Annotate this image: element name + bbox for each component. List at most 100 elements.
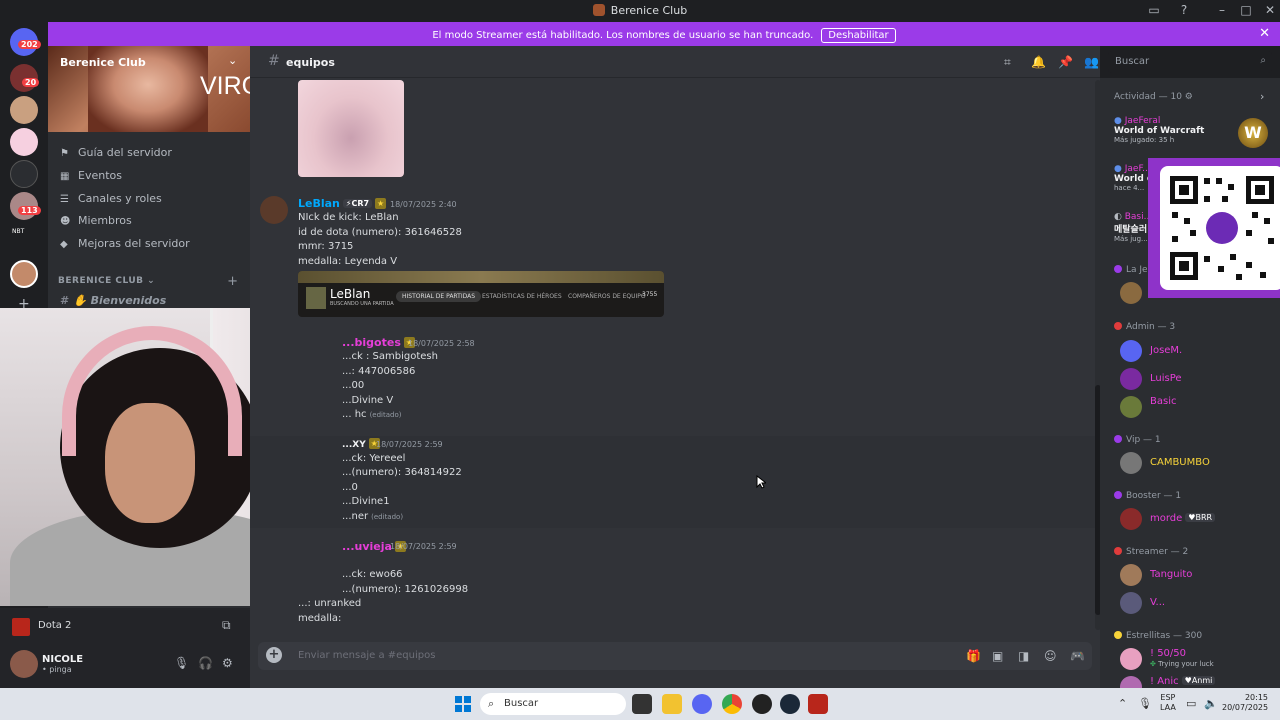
edited-label: (editado) — [369, 411, 402, 419]
dota-taskbar-icon[interactable] — [808, 694, 828, 714]
apps-icon[interactable]: 🎮 — [1070, 649, 1085, 663]
embed-player-name: LeBlan — [330, 287, 371, 301]
sidebar-item-label: Mejoras del servidor — [78, 237, 190, 250]
sidebar-item-guide[interactable]: ⚑ Guía del servidor — [60, 146, 172, 159]
channel-item-bienvenidos[interactable]: # ✋ Bienvenidos — [60, 294, 166, 307]
network-icon[interactable]: ▭ — [1186, 697, 1196, 710]
chevron-up-icon[interactable]: ⌃ — [1118, 697, 1127, 710]
pin-icon[interactable]: 📌 — [1058, 55, 1073, 69]
avatar[interactable] — [10, 650, 38, 678]
message-timestamp: 18/07/2025 2:58 — [408, 339, 475, 348]
threads-icon[interactable]: ⌗ — [1004, 55, 1011, 70]
message-composer[interactable]: + Enviar mensaje a #equipos 🎁 ▣ ◨ ☺ 🎮 — [258, 642, 1092, 670]
message-timestamp: 18/07/2025 2:59 — [376, 440, 443, 449]
language-indicator[interactable]: ESP LAA — [1160, 693, 1176, 713]
role-icon — [1114, 322, 1122, 330]
author-name[interactable]: LeBlan — [298, 197, 340, 210]
qr-overlay — [1148, 158, 1280, 298]
author-name[interactable]: ...XY — [342, 440, 366, 450]
chevron-right-icon[interactable]: › — [1260, 90, 1264, 103]
windows-start-icon[interactable] — [455, 696, 471, 712]
sidebar-item-label: Eventos — [78, 169, 122, 182]
disable-streamer-button[interactable]: Deshabilitar — [821, 28, 896, 43]
role-header: Estrellitas — 300 — [1114, 631, 1202, 641]
taskbar: ⌕ Buscar ⌃ 🎙 ESP LAA ▭ 🔈 20:15 20/07/2025 — [0, 688, 1280, 720]
screen-share-icon[interactable]: ⧉ — [222, 618, 231, 633]
server-icon-hello-kitty[interactable] — [10, 128, 38, 156]
server-icon-2[interactable] — [10, 96, 38, 124]
task-view-icon[interactable] — [632, 694, 652, 714]
file-explorer-icon[interactable] — [662, 694, 682, 714]
message-author[interactable]: ...XY ★ — [342, 438, 380, 450]
composer-placeholder[interactable]: Enviar mensaje a #equipos — [298, 650, 435, 661]
steam-icon[interactable] — [780, 694, 800, 714]
server-label-nbt[interactable]: NBT — [12, 228, 24, 235]
bell-icon[interactable]: 🔔 — [1031, 55, 1046, 69]
clock-date: 20/07/2025 — [1222, 703, 1269, 712]
add-channel-icon[interactable]: + — [227, 274, 238, 289]
chevron-down-icon[interactable]: ⌄ — [228, 54, 237, 67]
sidebar-item-events[interactable]: ▦ Eventos — [60, 169, 122, 182]
mouse-cursor-icon — [756, 475, 766, 489]
avatar — [1120, 648, 1142, 670]
maximize-button[interactable]: □ — [1238, 3, 1254, 19]
server-icon-active[interactable] — [10, 260, 38, 288]
activity-item[interactable]: ● JaeFeral World of Warcraft Más jugado:… — [1114, 116, 1204, 144]
message-line: ...: unranked — [298, 598, 362, 609]
microphone-icon[interactable]: 🎙 — [174, 656, 189, 670]
server-badge-113: 113 — [18, 206, 41, 215]
dota-profile-embed[interactable]: LeBlan BUSCANDO UNA PARTIDA HISTORIAL DE… — [298, 271, 664, 317]
embed-tab-history: HISTORIAL DE PARTIDAS — [396, 291, 482, 302]
gear-icon[interactable]: ⚙ — [1185, 92, 1193, 102]
sticker-icon[interactable]: ◨ — [1018, 649, 1029, 663]
monitor-icon[interactable]: ▭ — [1146, 3, 1162, 19]
clock[interactable]: 20:15 20/07/2025 — [1222, 693, 1268, 713]
add-attachment-icon[interactable]: + — [266, 647, 282, 663]
gift-icon[interactable]: 🎁 — [966, 649, 981, 663]
taskbar-search[interactable]: ⌕ Buscar — [480, 693, 626, 715]
author-name[interactable]: ...uvieja — [342, 540, 392, 553]
message-author[interactable]: LeBlan ⚡CR7 ★ — [298, 197, 387, 210]
member-status-text: Trying your luck — [1158, 660, 1214, 668]
server-name[interactable]: Berenice Club — [60, 56, 146, 69]
author-name[interactable]: ...bigotes — [342, 336, 401, 349]
chrome-icon[interactable] — [722, 694, 742, 714]
category-label: BERENICE CLUB — [58, 276, 144, 286]
message-author[interactable]: ...bigotes ★ — [342, 336, 415, 349]
role-header: Streamer — 2 — [1114, 547, 1188, 557]
avatar[interactable] — [260, 196, 288, 224]
message-line: ...ck : Sambigotesh — [342, 351, 438, 362]
help-icon[interactable]: ? — [1176, 3, 1192, 19]
microphone-tray-icon[interactable]: 🎙 — [1138, 697, 1152, 710]
headphones-icon[interactable]: 🎧 — [198, 656, 213, 670]
username[interactable]: NICOLE — [42, 654, 83, 665]
message-line: ...00 — [342, 380, 365, 391]
activity-user: JaeFeral — [1124, 116, 1161, 126]
message-line: NIck de kick: LeBlan — [298, 212, 399, 223]
attachment-image[interactable] — [298, 80, 404, 177]
banner-close-icon[interactable]: ✕ — [1259, 26, 1270, 41]
server-icon-dice[interactable] — [10, 160, 38, 188]
obs-icon[interactable] — [752, 694, 772, 714]
category-header[interactable]: BERENICE CLUB ⌄ — [58, 276, 155, 286]
gear-icon[interactable]: ⚙ — [222, 656, 233, 670]
list-icon: ☰ — [60, 194, 69, 205]
discord-icon[interactable] — [692, 694, 712, 714]
gif-icon[interactable]: ▣ — [992, 649, 1003, 663]
close-window-button[interactable]: ✕ — [1262, 3, 1278, 19]
sidebar-item-channels-roles[interactable]: ☰ Canales y roles — [60, 192, 162, 205]
server-banner[interactable]: Berenice Club VIRGEN ⌄ — [48, 46, 250, 132]
activity-icon: ● — [1114, 164, 1122, 174]
volume-icon[interactable]: 🔈 — [1204, 697, 1218, 710]
sidebar-item-members[interactable]: ☻ Miembros — [60, 214, 132, 227]
sidebar-item-boosts[interactable]: ◆ Mejoras del servidor — [60, 237, 190, 250]
star-badge-icon: ★ — [375, 198, 387, 209]
game-activity-bar[interactable]: Dota 2 ⧉ — [0, 608, 250, 644]
minimize-button[interactable]: – — [1214, 3, 1230, 19]
search-input[interactable]: Buscar ⌕ — [1108, 51, 1272, 73]
member-name: morde ♥BRR — [1150, 513, 1216, 524]
language-code: ESP — [1160, 693, 1176, 702]
activity-icon: ● — [1114, 116, 1122, 126]
emoji-icon[interactable]: ☺ — [1044, 649, 1057, 663]
member-list-icon[interactable]: 👥 — [1084, 55, 1099, 69]
